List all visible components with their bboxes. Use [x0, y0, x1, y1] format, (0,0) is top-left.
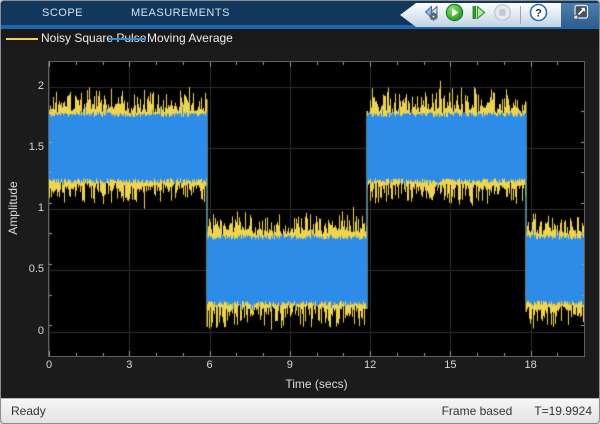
- x-tick-label: 9: [273, 359, 307, 371]
- y-tick-label: 1: [1, 202, 44, 214]
- status-frame-mode: Frame based: [442, 404, 513, 418]
- svg-text:?: ?: [535, 7, 542, 19]
- status-ready: Ready: [1, 404, 46, 418]
- axes: [48, 61, 585, 357]
- simulation-toolbar: ?: [400, 3, 561, 27]
- x-axis-label: Time (secs): [48, 377, 585, 391]
- x-tick-label: 6: [193, 359, 227, 371]
- y-tick-label: 1.5: [1, 141, 44, 153]
- scope-window: SCOPE MEASUREMENTS: [0, 0, 600, 424]
- stop-icon: [493, 3, 512, 27]
- toolbar-separator: [520, 6, 521, 24]
- y-tick-label: 2: [1, 80, 44, 92]
- scope-canvas[interactable]: [49, 62, 584, 356]
- legend-label-moving-average[interactable]: Moving Average: [147, 29, 233, 48]
- figure-area: Time (secs) Amplitude 036912151800.511.5…: [1, 48, 599, 398]
- y-tick-label: 0: [1, 325, 44, 337]
- step-back-button[interactable]: [421, 6, 440, 25]
- highlight-simulink-block-button[interactable]: [571, 6, 590, 25]
- step-forward-icon: [469, 3, 488, 27]
- x-tick-label: 0: [32, 359, 66, 371]
- tab-scope[interactable]: SCOPE: [25, 1, 100, 25]
- y-tick-label: 0.5: [1, 263, 44, 275]
- toolbar-corner: [561, 3, 599, 27]
- legend-line-moving-average: [108, 38, 146, 40]
- step-back-gear-icon: [421, 3, 440, 27]
- run-icon: [445, 3, 464, 27]
- legend: Noisy Square Pulse Moving Average: [1, 29, 599, 48]
- x-tick-label: 15: [433, 359, 467, 371]
- run-button[interactable]: [445, 6, 464, 25]
- x-tick-label: 18: [514, 359, 548, 371]
- status-sim-time: T=19.9924: [534, 404, 592, 418]
- x-tick-label: 12: [353, 359, 387, 371]
- help-icon: ?: [529, 3, 548, 27]
- legend-line-noisy-square-pulse: [6, 38, 38, 40]
- x-tick-label: 3: [112, 359, 146, 371]
- pop-out-icon: [571, 3, 590, 27]
- status-bar: Ready Frame based T=19.9924: [1, 398, 599, 423]
- tab-measurements[interactable]: MEASUREMENTS: [114, 1, 247, 25]
- stop-button: [493, 6, 512, 25]
- step-forward-button[interactable]: [469, 6, 488, 25]
- help-button[interactable]: ?: [529, 6, 548, 25]
